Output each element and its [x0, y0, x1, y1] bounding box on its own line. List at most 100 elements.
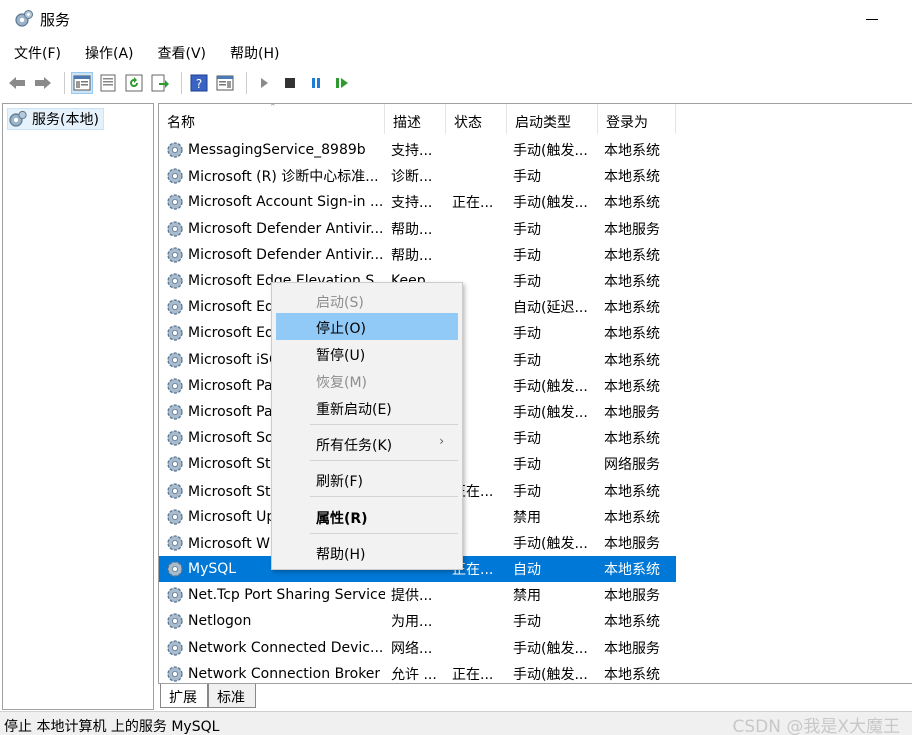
- service-name: MySQL: [188, 561, 237, 578]
- context-menu-properties[interactable]: 属性(R): [276, 503, 458, 530]
- service-name-cell: MessagingService_8989b: [159, 140, 385, 160]
- column-header-log-on-as[interactable]: 登录为: [598, 104, 676, 134]
- properties-page-icon[interactable]: [97, 72, 119, 94]
- context-menu-resume[interactable]: 恢复(M): [276, 367, 458, 394]
- service-log-on-as: 本地系统: [604, 169, 660, 186]
- service-startup-type: 自动: [513, 562, 541, 579]
- menu-file[interactable]: 文件(F): [0, 40, 71, 66]
- back-arrow-icon[interactable]: [6, 72, 28, 94]
- show-action-pane-icon[interactable]: [214, 72, 236, 94]
- export-list-icon[interactable]: [149, 72, 171, 94]
- toolbar-separator: [64, 72, 65, 94]
- service-startup-type: 手动: [513, 431, 541, 448]
- service-log-on-as: 本地系统: [604, 666, 660, 683]
- service-gear-icon: [167, 666, 183, 682]
- tree-item-services-local[interactable]: 服务(本地): [7, 108, 104, 130]
- table-row[interactable]: Netlogon 为用... 手动 本地系统: [159, 608, 676, 634]
- stop-service-icon[interactable]: [279, 72, 301, 94]
- service-gear-icon: [167, 613, 183, 630]
- forward-arrow-icon[interactable]: [32, 72, 54, 94]
- context-menu-refresh[interactable]: 刷新(F): [276, 466, 458, 493]
- service-name: Network Connected Devic...: [188, 639, 384, 656]
- service-name: Microsoft Account Sign-in ...: [188, 194, 384, 211]
- table-row[interactable]: Microsoft Defender Antivir... 帮助... 手动 本地服务: [159, 216, 676, 242]
- context-menu-pause[interactable]: 暂停(U): [276, 340, 458, 367]
- service-gear-icon: [167, 378, 183, 394]
- service-description: 支持...: [391, 143, 433, 160]
- service-name: Microsoft Defender Antivir...: [188, 246, 384, 263]
- submenu-arrow-icon: ›: [439, 434, 444, 448]
- svg-text:?: ?: [196, 77, 202, 91]
- menu-bar: 文件(F) 操作(A) 查看(V) 帮助(H): [0, 40, 912, 66]
- service-log-on-as: 本地系统: [604, 614, 660, 631]
- service-gear-icon: [167, 456, 183, 472]
- column-header-startup-type[interactable]: 启动类型: [507, 104, 598, 134]
- table-row[interactable]: Microsoft (R) 诊断中心标准... 诊断... 手动 本地系统: [159, 163, 676, 189]
- service-log-on-as: 本地服务: [604, 221, 660, 238]
- menu-action[interactable]: 操作(A): [71, 40, 144, 66]
- column-header-description[interactable]: 描述: [385, 104, 446, 134]
- service-gear-icon: [167, 142, 183, 158]
- start-service-icon[interactable]: [253, 72, 275, 94]
- service-log-on-as: 本地系统: [604, 274, 660, 291]
- tab-extended[interactable]: 扩展: [160, 684, 208, 708]
- services-gear-icon: [15, 10, 33, 27]
- table-row[interactable]: Network Connected Devic... 网络... 手动(触发... 本…: [159, 635, 676, 661]
- column-header-status[interactable]: 状态: [446, 104, 507, 134]
- service-gear-icon: [167, 535, 183, 551]
- service-startup-type: 手动(触发...: [513, 143, 588, 160]
- menu-help[interactable]: 帮助(H): [216, 40, 289, 66]
- service-log-on-as: 本地系统: [604, 509, 660, 526]
- help-icon[interactable]: ?: [188, 72, 210, 94]
- service-gear-icon: [167, 561, 183, 577]
- status-bar: 停止 本地计算机 上的服务 MySQL CSDN @我是X大魔王: [0, 711, 912, 735]
- service-gear-icon: [167, 194, 183, 211]
- restart-service-icon[interactable]: [331, 72, 353, 94]
- tree-item-label: 服务(本地): [32, 112, 99, 128]
- service-log-on-as: 本地系统: [604, 352, 660, 369]
- show-console-tree-icon[interactable]: [71, 72, 93, 94]
- pause-service-icon[interactable]: [305, 72, 327, 94]
- service-name: Net.Tcp Port Sharing Service: [188, 587, 385, 604]
- service-gear-icon: [167, 247, 183, 263]
- service-startup-type: 手动: [513, 614, 541, 631]
- service-startup-type: 手动: [513, 221, 541, 238]
- context-menu-restart[interactable]: 重新启动(E): [276, 394, 458, 421]
- service-log-on-as: 本地服务: [604, 640, 660, 657]
- service-log-on-as: 本地系统: [604, 378, 660, 395]
- service-log-on-as: 网络服务: [604, 457, 660, 474]
- menu-view[interactable]: 查看(V): [144, 40, 217, 66]
- context-menu-all-tasks-label: 所有任务(K): [316, 438, 393, 454]
- watermark: CSDN @我是X大魔王: [732, 717, 900, 735]
- context-menu-stop[interactable]: 停止(O): [276, 313, 458, 340]
- service-gear-icon: [167, 299, 183, 315]
- table-row[interactable]: Microsoft Defender Antivir... 帮助... 手动 本地系统: [159, 242, 676, 268]
- service-gear-icon: [167, 404, 183, 420]
- service-name-cell: Net.Tcp Port Sharing Service: [159, 585, 385, 605]
- service-startup-type: 手动: [513, 274, 541, 291]
- service-startup-type: 自动(延迟...: [513, 300, 588, 317]
- tab-standard[interactable]: 标准: [208, 684, 256, 708]
- service-gear-icon: [167, 587, 183, 603]
- service-log-on-as: 本地系统: [604, 483, 660, 500]
- service-log-on-as: 本地服务: [604, 404, 660, 421]
- service-gear-icon: [167, 325, 183, 342]
- context-menu-help[interactable]: 帮助(H): [276, 539, 458, 566]
- table-row[interactable]: MessagingService_8989b 支持... 手动(触发... 本地系统: [159, 137, 676, 163]
- context-menu-start[interactable]: 启动(S): [276, 287, 458, 314]
- service-gear-icon: [167, 482, 183, 499]
- context-menu-all-tasks[interactable]: 所有任务(K) ›: [276, 430, 458, 457]
- service-log-on-as: 本地系统: [604, 247, 660, 264]
- sort-indicator-icon: ⌃: [269, 103, 277, 113]
- column-header-name[interactable]: ⌃ 名称: [159, 104, 385, 134]
- table-row[interactable]: Network Connection Broker 允许 ... 正在... 手动(触…: [159, 661, 676, 683]
- service-startup-type: 手动: [513, 457, 541, 474]
- table-row[interactable]: Microsoft Account Sign-in ... 支持... 正在... 手…: [159, 189, 676, 215]
- minimize-button[interactable]: [858, 8, 888, 30]
- refresh-icon[interactable]: [123, 72, 145, 94]
- service-status: 正在...: [452, 666, 494, 683]
- services-gear-icon: [9, 110, 27, 127]
- service-name: Network Connection Broker: [188, 665, 381, 682]
- table-row[interactable]: Net.Tcp Port Sharing Service 提供... 禁用 本地服务: [159, 582, 676, 608]
- service-name-cell: Microsoft (R) 诊断中心标准...: [159, 166, 385, 186]
